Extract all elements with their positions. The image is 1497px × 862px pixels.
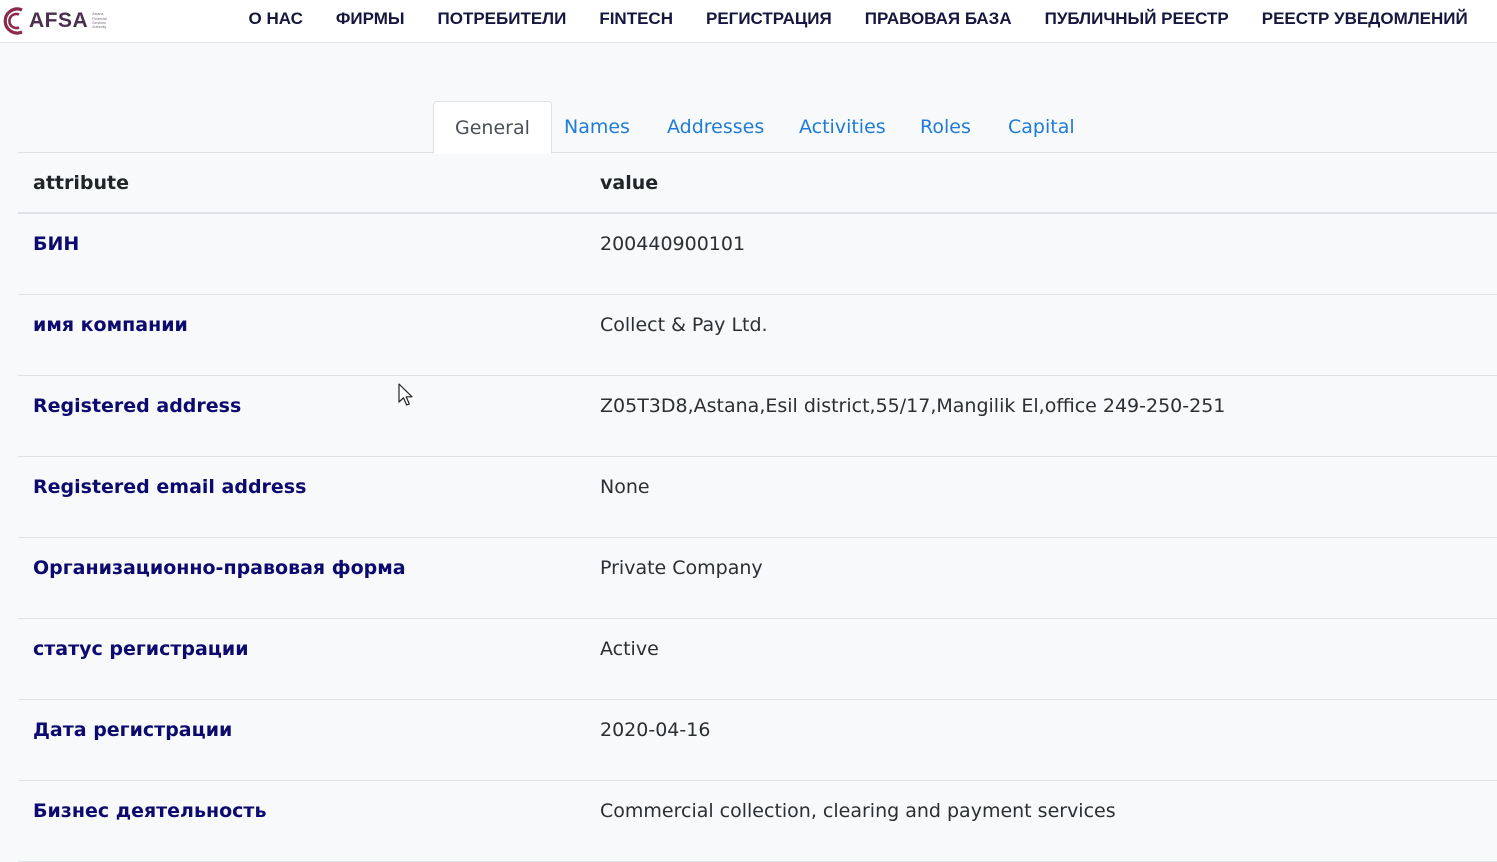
afsa-logo[interactable]: AFSA Astana Financial Services Authority (0, 4, 107, 38)
value-cell: 2020-04-16 (600, 719, 711, 741)
logo-sub-line: Authority (92, 25, 107, 30)
nav-about[interactable]: О НАС (232, 9, 319, 29)
tab-general[interactable]: General (433, 101, 552, 154)
table-row: статус регистрации Active (18, 619, 1497, 700)
general-info-table: attribute value БИН 200440900101 имя ком… (18, 153, 1497, 862)
value-cell: Active (600, 638, 659, 660)
table-row: Registered address Z05T3D8,Astana,Esil d… (18, 376, 1497, 457)
logo-text: AFSA (29, 9, 89, 32)
table-row: Бизнес деятельность Commercial collectio… (18, 781, 1497, 862)
nav-registration[interactable]: РЕГИСТРАЦИЯ (690, 9, 849, 29)
column-header-value: value (600, 171, 659, 194)
mouse-cursor-icon (398, 383, 413, 406)
value-cell: 200440900101 (600, 233, 746, 255)
value-cell: Commercial collection, clearing and paym… (600, 800, 1116, 822)
attribute-cell: имя компании (33, 314, 188, 336)
table-row: БИН 200440900101 (18, 214, 1497, 295)
attribute-cell: Registered address (33, 395, 242, 417)
table-row: Дата регистрации 2020-04-16 (18, 700, 1497, 781)
site-header: AFSA Astana Financial Services Authority… (0, 0, 1497, 43)
tab-bar: General Names Addresses Activities Roles… (18, 101, 1497, 154)
attribute-cell: статус регистрации (33, 638, 249, 660)
afsa-logo-mark-icon (3, 7, 23, 35)
value-cell: None (600, 476, 650, 498)
nav-fintech[interactable]: FINTECH (583, 9, 690, 29)
attribute-cell: Дата регистрации (33, 719, 233, 741)
tab-capital[interactable]: Capital (987, 101, 1096, 153)
tab-names[interactable]: Names (543, 101, 651, 153)
attribute-cell: Registered email address (33, 476, 307, 498)
nav-legal-base[interactable]: ПРАВОВАЯ БАЗА (848, 9, 1028, 29)
nav-notifications-register[interactable]: РЕЕСТР УВЕДОМЛЕНИЙ (1245, 9, 1484, 29)
attribute-cell: БИН (33, 233, 80, 255)
attribute-cell: Организационно-правовая форма (33, 557, 406, 579)
tab-roles[interactable]: Roles (899, 101, 992, 153)
attribute-cell: Бизнес деятельность (33, 800, 267, 822)
tab-addresses[interactable]: Addresses (646, 101, 785, 153)
table-row: Организационно-правовая форма Private Co… (18, 538, 1497, 619)
nav-consumers[interactable]: ПОТРЕБИТЕЛИ (421, 9, 583, 29)
table-header-row: attribute value (18, 153, 1497, 214)
tab-activities[interactable]: Activities (778, 101, 907, 153)
value-cell: Z05T3D8,Astana,Esil district,55/17,Mangi… (600, 395, 1226, 417)
table-row: имя компании Collect & Pay Ltd. (18, 295, 1497, 376)
logo-subtitle: Astana Financial Services Authority (92, 12, 106, 30)
value-cell: Collect & Pay Ltd. (600, 314, 768, 336)
column-header-attribute: attribute (33, 171, 129, 194)
table-row: Registered email address None (18, 457, 1497, 538)
value-cell: Private Company (600, 557, 763, 579)
nav-public-register[interactable]: ПУБЛИЧНЫЙ РЕЕСТР (1028, 9, 1245, 29)
main-nav: О НАС ФИРМЫ ПОТРЕБИТЕЛИ FINTECH РЕГИСТРА… (232, 0, 1484, 38)
nav-firms[interactable]: ФИРМЫ (319, 9, 421, 29)
